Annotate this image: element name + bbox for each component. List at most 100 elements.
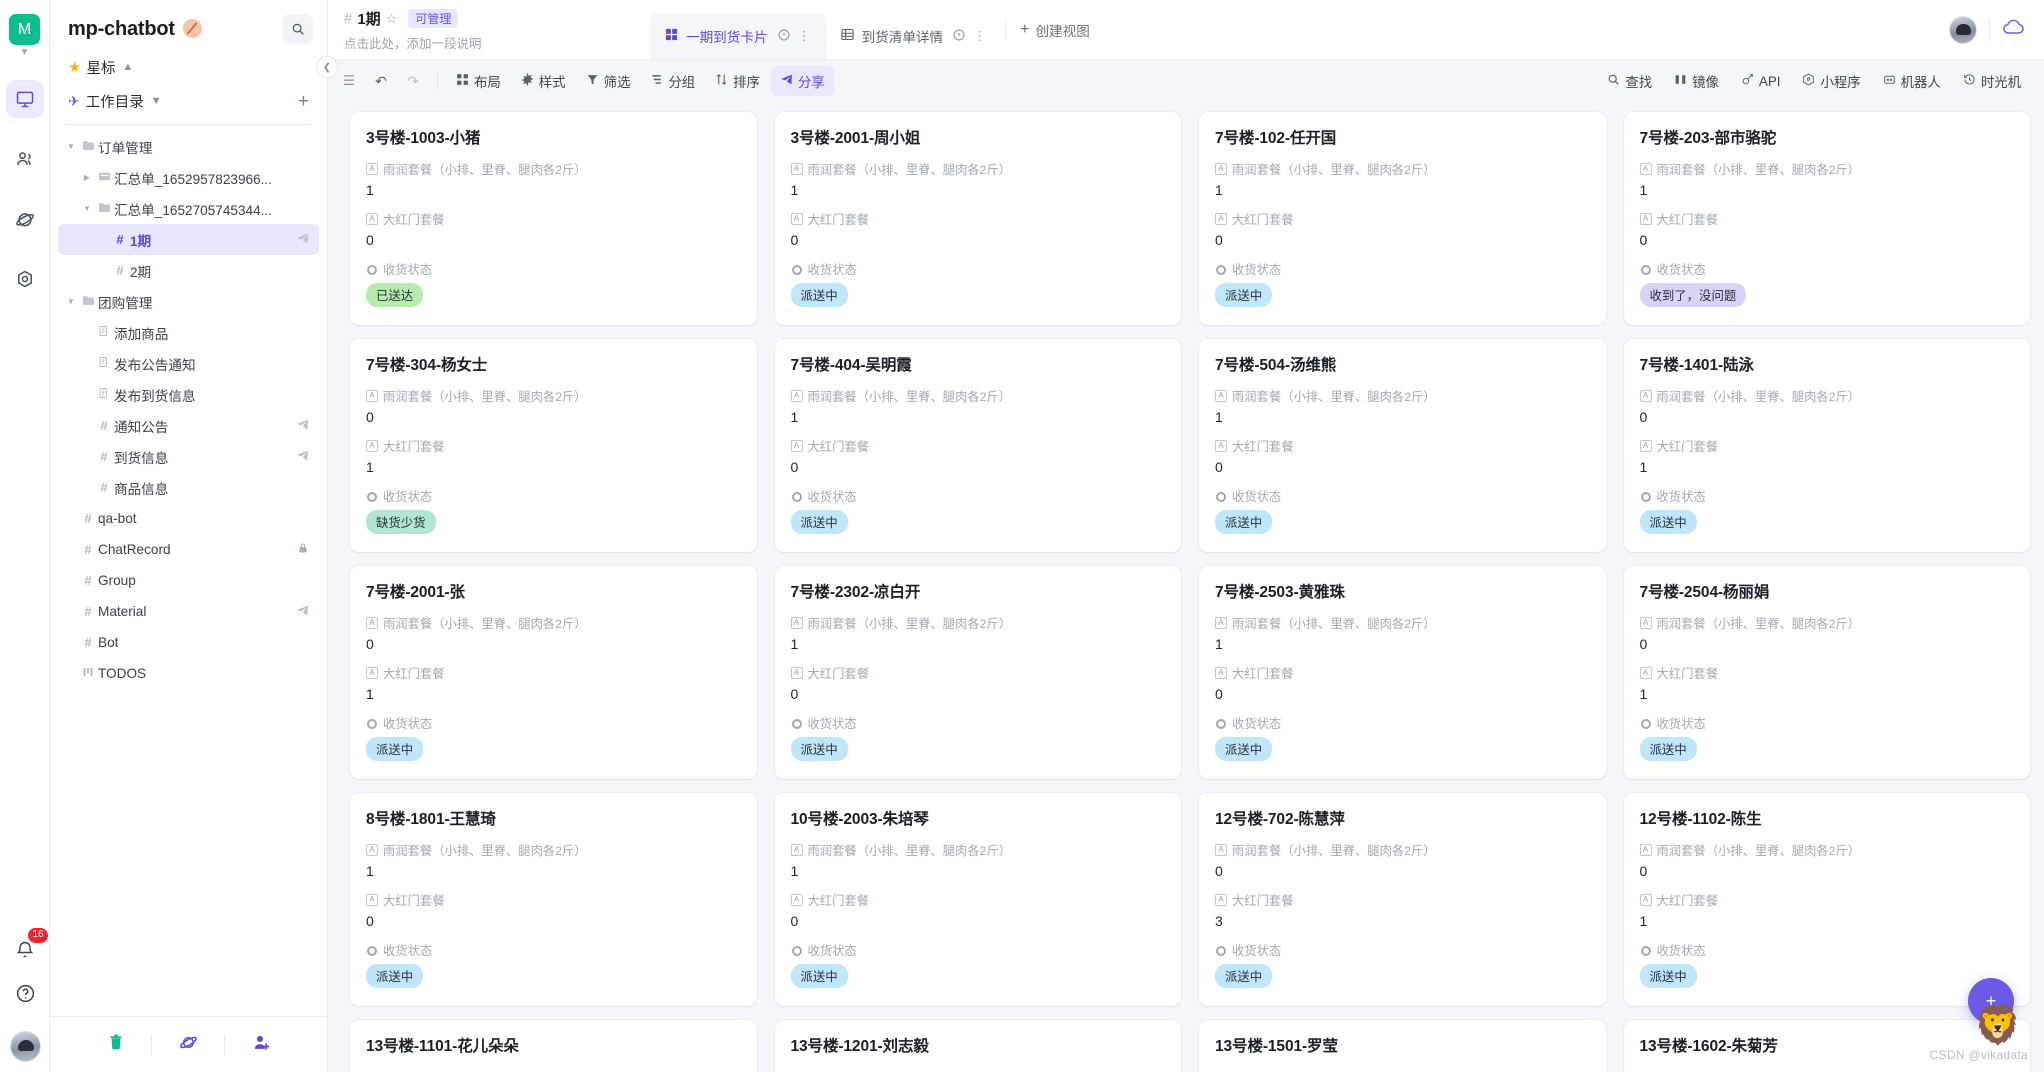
add-node-button[interactable]: + [298, 92, 309, 111]
record-card[interactable]: 7号楼-1401-陆泳A雨润套餐（小排、里脊、腿肉各2斤）0A大红门套餐1收货状… [1624, 339, 2031, 552]
toolbar-分享[interactable]: 分享 [771, 66, 834, 96]
sidebar-tree-item[interactable]: #通知公告 [58, 410, 319, 441]
toolbar-排序[interactable]: 排序 [706, 66, 769, 96]
field-value: 1 [1215, 178, 1590, 207]
record-card[interactable]: 13号楼-1501-罗莹 [1199, 1020, 1606, 1072]
workspace-avatar[interactable]: M [9, 14, 40, 45]
more-options-icon[interactable]: ⋮ [973, 28, 987, 44]
sidebar-tree-item[interactable]: ▶汇总单_1652957823966... [58, 162, 319, 193]
toolbar-查找[interactable]: 查找 [1598, 66, 1661, 96]
cloud-icon[interactable] [2002, 18, 2026, 41]
record-card[interactable]: 3号楼-2001-周小姐A雨润套餐（小排、里脊、腿肉各2斤）1A大红门套餐0收货… [775, 112, 1182, 325]
doc-title[interactable]: 1期 [357, 8, 380, 29]
sidebar-item-members[interactable] [6, 140, 44, 178]
sidebar-tree-item[interactable]: #2期 [58, 255, 319, 286]
user-avatar[interactable] [10, 1031, 41, 1062]
sidebar-tree-item[interactable]: #Bot [58, 627, 319, 658]
sidebar-item-workbench[interactable] [6, 80, 44, 118]
field-package-a: A雨润套餐（小排、里脊、腿肉各2斤）1 [1215, 160, 1590, 207]
sidebar-tree-item[interactable]: ▼订单管理 [58, 131, 319, 162]
sidebar-tree-item[interactable]: #到货信息 [58, 441, 319, 472]
sidebar-tree-item[interactable]: #qa-bot [58, 503, 319, 534]
sidebar-item-settings[interactable] [6, 260, 44, 298]
record-card[interactable]: 7号楼-404-吴明霞A雨润套餐（小排、里脊、腿肉各2斤）1A大红门套餐0收货状… [775, 339, 1182, 552]
record-card[interactable]: 7号楼-102-任开国A雨润套餐（小排、里脊、腿肉各2斤）1A大红门套餐0收货状… [1199, 112, 1606, 325]
tab-table-view[interactable]: 到货清单详情⋮ [826, 13, 1002, 59]
chevron-down-icon[interactable]: ▾ [22, 47, 28, 58]
doc-description-input[interactable]: 点击此处，添加一段说明 [344, 33, 628, 52]
chevron-down-icon[interactable]: ▼ [151, 95, 162, 107]
sidebar-tree-item[interactable]: #1期 [58, 224, 319, 255]
sidebar-tree-item[interactable]: 发布到货信息 [58, 379, 319, 410]
sidebar-collapse-button[interactable]: ❮ [316, 56, 338, 78]
toolbar-时光机[interactable]: 时光机 [1954, 66, 2030, 96]
sync-icon[interactable] [952, 28, 966, 45]
sidebar-tree-item[interactable]: #商品信息 [58, 472, 319, 503]
mascot-icon[interactable]: 🦁 [1970, 998, 2026, 1054]
record-card[interactable]: 10号楼-2003-朱培琴A雨润套餐（小排、里脊、腿肉各2斤）1A大红门套餐0收… [775, 793, 1182, 1006]
sidebar-tree-item[interactable]: ▼汇总单_1652705745344... [58, 193, 319, 224]
star-outline-icon[interactable]: ☆ [386, 11, 398, 27]
sidebar-tree-item[interactable]: 添加商品 [58, 317, 319, 348]
search-button[interactable] [283, 14, 313, 44]
workdir-section[interactable]: ✈ 工作目录 ▼ + [50, 84, 327, 118]
menu-icon[interactable]: ☰ [334, 66, 364, 96]
sidebar-tree-item[interactable]: #Material [58, 596, 319, 627]
record-card[interactable]: 7号楼-304-杨女士A雨润套餐（小排、里脊、腿肉各2斤）0A大红门套餐1收货状… [350, 339, 757, 552]
record-card[interactable]: 7号楼-2503-黄雅珠A雨润套餐（小排、里脊、腿肉各2斤）1A大红门套餐0收货… [1199, 566, 1606, 779]
starred-section[interactable]: ★ 星标 ▲ [50, 50, 327, 84]
share-send-icon[interactable] [296, 604, 309, 620]
notifications-button[interactable]: 16 [8, 933, 42, 967]
more-options-icon[interactable]: ⋮ [798, 28, 812, 44]
sidebar-tree-item[interactable]: 发布公告通知 [58, 348, 319, 379]
redo-icon[interactable]: ↷ [398, 66, 428, 96]
trash-icon[interactable] [107, 1033, 125, 1056]
tab-cards-view[interactable]: 一期到货卡片⋮ [650, 13, 826, 59]
field-value: 0 [1640, 632, 2015, 661]
share-send-icon[interactable] [296, 449, 309, 465]
create-view-button[interactable]: +创建视图 [1010, 20, 1100, 40]
help-button[interactable] [15, 983, 36, 1009]
record-card[interactable]: 7号楼-2001-张A雨润套餐（小排、里脊、腿肉各2斤）0A大红门套餐1收货状态… [350, 566, 757, 779]
record-card[interactable]: 7号楼-504-汤维熊A雨润套餐（小排、里脊、腿肉各2斤）1A大红门套餐0收货状… [1199, 339, 1606, 552]
record-card[interactable]: 7号楼-203-部市骆驼A雨润套餐（小排、里脊、腿肉各2斤）1A大红门套餐0收货… [1624, 112, 2031, 325]
toolbar-布局[interactable]: 布局 [447, 66, 510, 96]
toolbar-小程序[interactable]: 小程序 [1793, 66, 1869, 96]
toolbar-机器人[interactable]: 机器人 [1874, 66, 1950, 96]
record-card[interactable]: 13号楼-1201-刘志毅 [775, 1020, 1182, 1072]
record-card[interactable]: 12号楼-1102-陈生A雨润套餐（小排、里脊、腿肉各2斤）0A大红门套餐1收货… [1624, 793, 2031, 1006]
chevron-right-icon[interactable]: ▶ [80, 173, 94, 182]
text-field-icon: A [366, 617, 378, 629]
field-label: 雨润套餐（小排、里脊、腿肉各2斤） [383, 387, 587, 405]
planet-icon[interactable] [179, 1033, 198, 1057]
permission-badge[interactable]: 可管理 [408, 9, 458, 28]
record-card[interactable]: 3号楼-1003-小猪A雨润套餐（小排、里脊、腿肉各2斤）1A大红门套餐0收货状… [350, 112, 757, 325]
record-card[interactable]: 13号楼-1101-花儿朵朵 [350, 1020, 757, 1072]
chevron-up-icon[interactable]: ▲ [122, 61, 133, 73]
record-card[interactable]: 7号楼-2302-凉白开A雨润套餐（小排、里脊、腿肉各2斤）1A大红门套餐0收货… [775, 566, 1182, 779]
avatar[interactable] [1949, 16, 1977, 44]
record-card[interactable]: 8号楼-1801-王慧琦A雨润套餐（小排、里脊、腿肉各2斤）1A大红门套餐0收货… [350, 793, 757, 1006]
card-board[interactable]: 3号楼-1003-小猪A雨润套餐（小排、里脊、腿肉各2斤）1A大红门套餐0收货状… [328, 102, 2044, 1072]
record-card[interactable]: 7号楼-2504-杨丽娟A雨润套餐（小排、里脊、腿肉各2斤）0A大红门套餐1收货… [1624, 566, 2031, 779]
sidebar-tree-item[interactable]: #ChatRecord [58, 534, 319, 565]
add-member-icon[interactable] [252, 1033, 271, 1057]
chevron-down-icon[interactable]: ▼ [80, 204, 94, 213]
record-card[interactable]: 12号楼-702-陈慧萍A雨润套餐（小排、里脊、腿肉各2斤）0A大红门套餐3收货… [1199, 793, 1606, 1006]
sidebar-item-explore[interactable] [6, 200, 44, 238]
toolbar-样式[interactable]: 样式 [512, 66, 575, 96]
sidebar-tree-item[interactable]: TODOS [58, 658, 319, 689]
sidebar-tree-item[interactable]: ▼团购管理 [58, 286, 319, 317]
sidebar-tree-item[interactable]: #Group [58, 565, 319, 596]
chevron-down-icon[interactable]: ▼ [64, 297, 78, 306]
sync-icon[interactable] [777, 28, 791, 45]
undo-icon[interactable]: ↶ [366, 66, 396, 96]
create-view-label: 创建视图 [1035, 20, 1089, 40]
toolbar-筛选[interactable]: 筛选 [577, 66, 640, 96]
toolbar-镜像[interactable]: 镜像 [1665, 66, 1728, 96]
share-send-icon[interactable] [296, 418, 309, 434]
share-send-icon[interactable] [296, 232, 309, 248]
toolbar-API[interactable]: API [1732, 68, 1790, 94]
toolbar-分组[interactable]: 分组 [641, 66, 704, 96]
chevron-down-icon[interactable]: ▼ [64, 142, 78, 151]
